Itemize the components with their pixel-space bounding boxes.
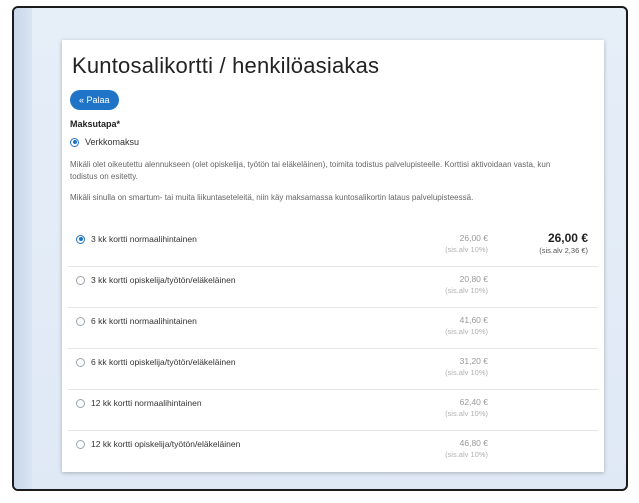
product-option[interactable]: 6 kk kortti normaalihintainen (76, 316, 197, 326)
product-list: 3 kk kortti normaalihintainen 26,00 € (s… (68, 226, 598, 471)
sidebar-strip (14, 8, 32, 489)
product-vat: (sis.alv 10%) (445, 286, 488, 295)
product-vat: (sis.alv 10%) (445, 368, 488, 377)
product-option[interactable]: 6 kk kortti opiskelija/työtön/eläkeläine… (76, 357, 236, 367)
product-row: 6 kk kortti normaalihintainen 41,60 € (s… (68, 307, 598, 348)
product-row: 3 kk kortti normaalihintainen 26,00 € (s… (68, 226, 598, 266)
product-option[interactable]: 12 kk kortti normaalihintainen (76, 398, 202, 408)
radio-icon[interactable] (70, 137, 79, 147)
total-price: 26,00 € (547, 231, 588, 245)
content-card: Kuntosalikortti / henkilöasiakas « Palaa… (62, 40, 604, 472)
product-name: 3 kk kortti normaalihintainen (91, 234, 197, 244)
product-vat: (sis.alv 10%) (445, 450, 488, 459)
product-option[interactable]: 3 kk kortti opiskelija/työtön/eläkeläine… (76, 275, 236, 285)
radio-icon[interactable] (76, 316, 85, 326)
product-name: 6 kk kortti normaalihintainen (91, 316, 197, 326)
radio-icon[interactable] (76, 234, 85, 244)
voucher-info-text: Mikäli sinulla on smartum- tai muita lii… (70, 193, 474, 202)
radio-icon[interactable] (76, 398, 85, 408)
product-row: 3 kk kortti opiskelija/työtön/eläkeläine… (68, 266, 598, 307)
product-name: 6 kk kortti opiskelija/työtön/eläkeläine… (91, 357, 236, 367)
product-row: 12 kk kortti opiskelija/työtön/eläkeläin… (68, 430, 598, 471)
product-vat: (sis.alv 10%) (445, 245, 488, 254)
product-price: 26,00 € (459, 233, 488, 243)
radio-icon[interactable] (76, 357, 85, 367)
product-name: 12 kk kortti opiskelija/työtön/eläkeläin… (91, 439, 241, 449)
product-option[interactable]: 12 kk kortti opiskelija/työtön/eläkeläin… (76, 439, 240, 449)
product-price: 41,60 € (459, 315, 488, 325)
product-row: 6 kk kortti opiskelija/työtön/eläkeläine… (68, 348, 598, 389)
total-vat: (sis.alv 2,36 €) (539, 246, 588, 255)
page-title: Kuntosalikortti / henkilöasiakas (72, 53, 380, 78)
radio-icon[interactable] (76, 275, 85, 285)
product-row: 12 kk kortti normaalihintainen 62,40 € (… (68, 389, 598, 430)
screenshot-frame: Kuntosalikortti / henkilöasiakas « Palaa… (12, 6, 628, 491)
product-name: 3 kk kortti opiskelija/työtön/eläkeläine… (91, 275, 236, 285)
payment-option-online[interactable]: Verkkomaksu (70, 137, 139, 147)
payment-option-label: Verkkomaksu (85, 137, 140, 147)
product-vat: (sis.alv 10%) (445, 327, 488, 336)
payment-method-label: Maksutapa* (70, 119, 121, 129)
product-price: 62,40 € (459, 397, 488, 407)
radio-icon[interactable] (76, 439, 85, 449)
product-price: 31,20 € (459, 356, 488, 366)
discount-info-text: Mikäli olet oikeutettu alennukseen (olet… (70, 160, 551, 181)
product-price: 46,80 € (459, 438, 488, 448)
product-name: 12 kk kortti normaalihintainen (91, 398, 202, 408)
product-vat: (sis.alv 10%) (445, 409, 488, 418)
product-price: 20,80 € (459, 274, 488, 284)
product-option[interactable]: 3 kk kortti normaalihintainen (76, 234, 197, 244)
back-button[interactable]: « Palaa (70, 90, 119, 110)
